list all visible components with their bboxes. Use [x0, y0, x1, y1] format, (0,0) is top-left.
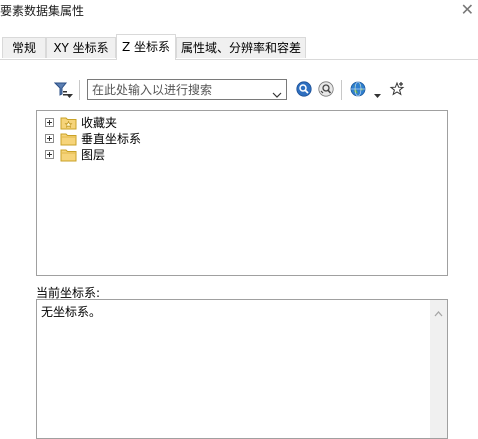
title-bar: 要素数据集属性 ✕ [0, 0, 478, 24]
tab-row: 常规 XY 坐标系 Z 坐标系 属性域、分辨率和容差 [0, 34, 478, 60]
toolbar-separator [341, 80, 342, 100]
tree-item-label: 收藏夹 [81, 116, 118, 130]
expand-icon[interactable] [45, 134, 54, 143]
scroll-up-icon[interactable] [434, 306, 443, 320]
current-coordinate-system-value: 无坐标系。 [41, 305, 102, 319]
tree-item-layers[interactable]: 图层 [45, 147, 145, 163]
window-title: 要素数据集属性 [0, 4, 85, 18]
tree-item-favorites[interactable]: 收藏夹 [45, 115, 165, 131]
search-combobox[interactable] [87, 79, 287, 100]
tab-xy-coordinate-system[interactable]: XY 坐标系 [46, 37, 116, 58]
toolbar [0, 78, 478, 104]
coordinate-system-tree[interactable]: 收藏夹 垂直坐标系 图层 [36, 110, 448, 276]
globe-icon[interactable] [350, 81, 366, 100]
tree-item-vertical-coordinate-systems[interactable]: 垂直坐标系 [45, 131, 185, 147]
tree-item-label: 图层 [81, 148, 106, 162]
current-coordinate-system-details[interactable]: 无坐标系。 [36, 299, 448, 439]
globe-dropdown-icon[interactable] [374, 87, 381, 101]
close-icon[interactable]: ✕ [461, 0, 474, 20]
search-input[interactable] [88, 80, 272, 99]
vertical-scrollbar[interactable] [430, 300, 447, 438]
add-to-favorites-icon[interactable] [389, 81, 405, 100]
tab-domain-resolution-tolerance[interactable]: 属性域、分辨率和容差 [176, 37, 306, 58]
search-icon[interactable] [296, 81, 312, 100]
expand-icon[interactable] [45, 118, 54, 127]
expand-icon[interactable] [45, 150, 54, 159]
tree-item-label: 垂直坐标系 [81, 132, 142, 146]
tab-general[interactable]: 常规 [2, 37, 46, 58]
toolbar-separator [79, 80, 80, 100]
search-options-icon[interactable] [318, 81, 334, 100]
chevron-down-icon[interactable] [272, 87, 282, 101]
tab-z-coordinate-system[interactable]: Z 坐标系 [116, 34, 176, 60]
folder-icon [60, 147, 77, 165]
filter-dropdown-icon[interactable] [66, 87, 73, 101]
